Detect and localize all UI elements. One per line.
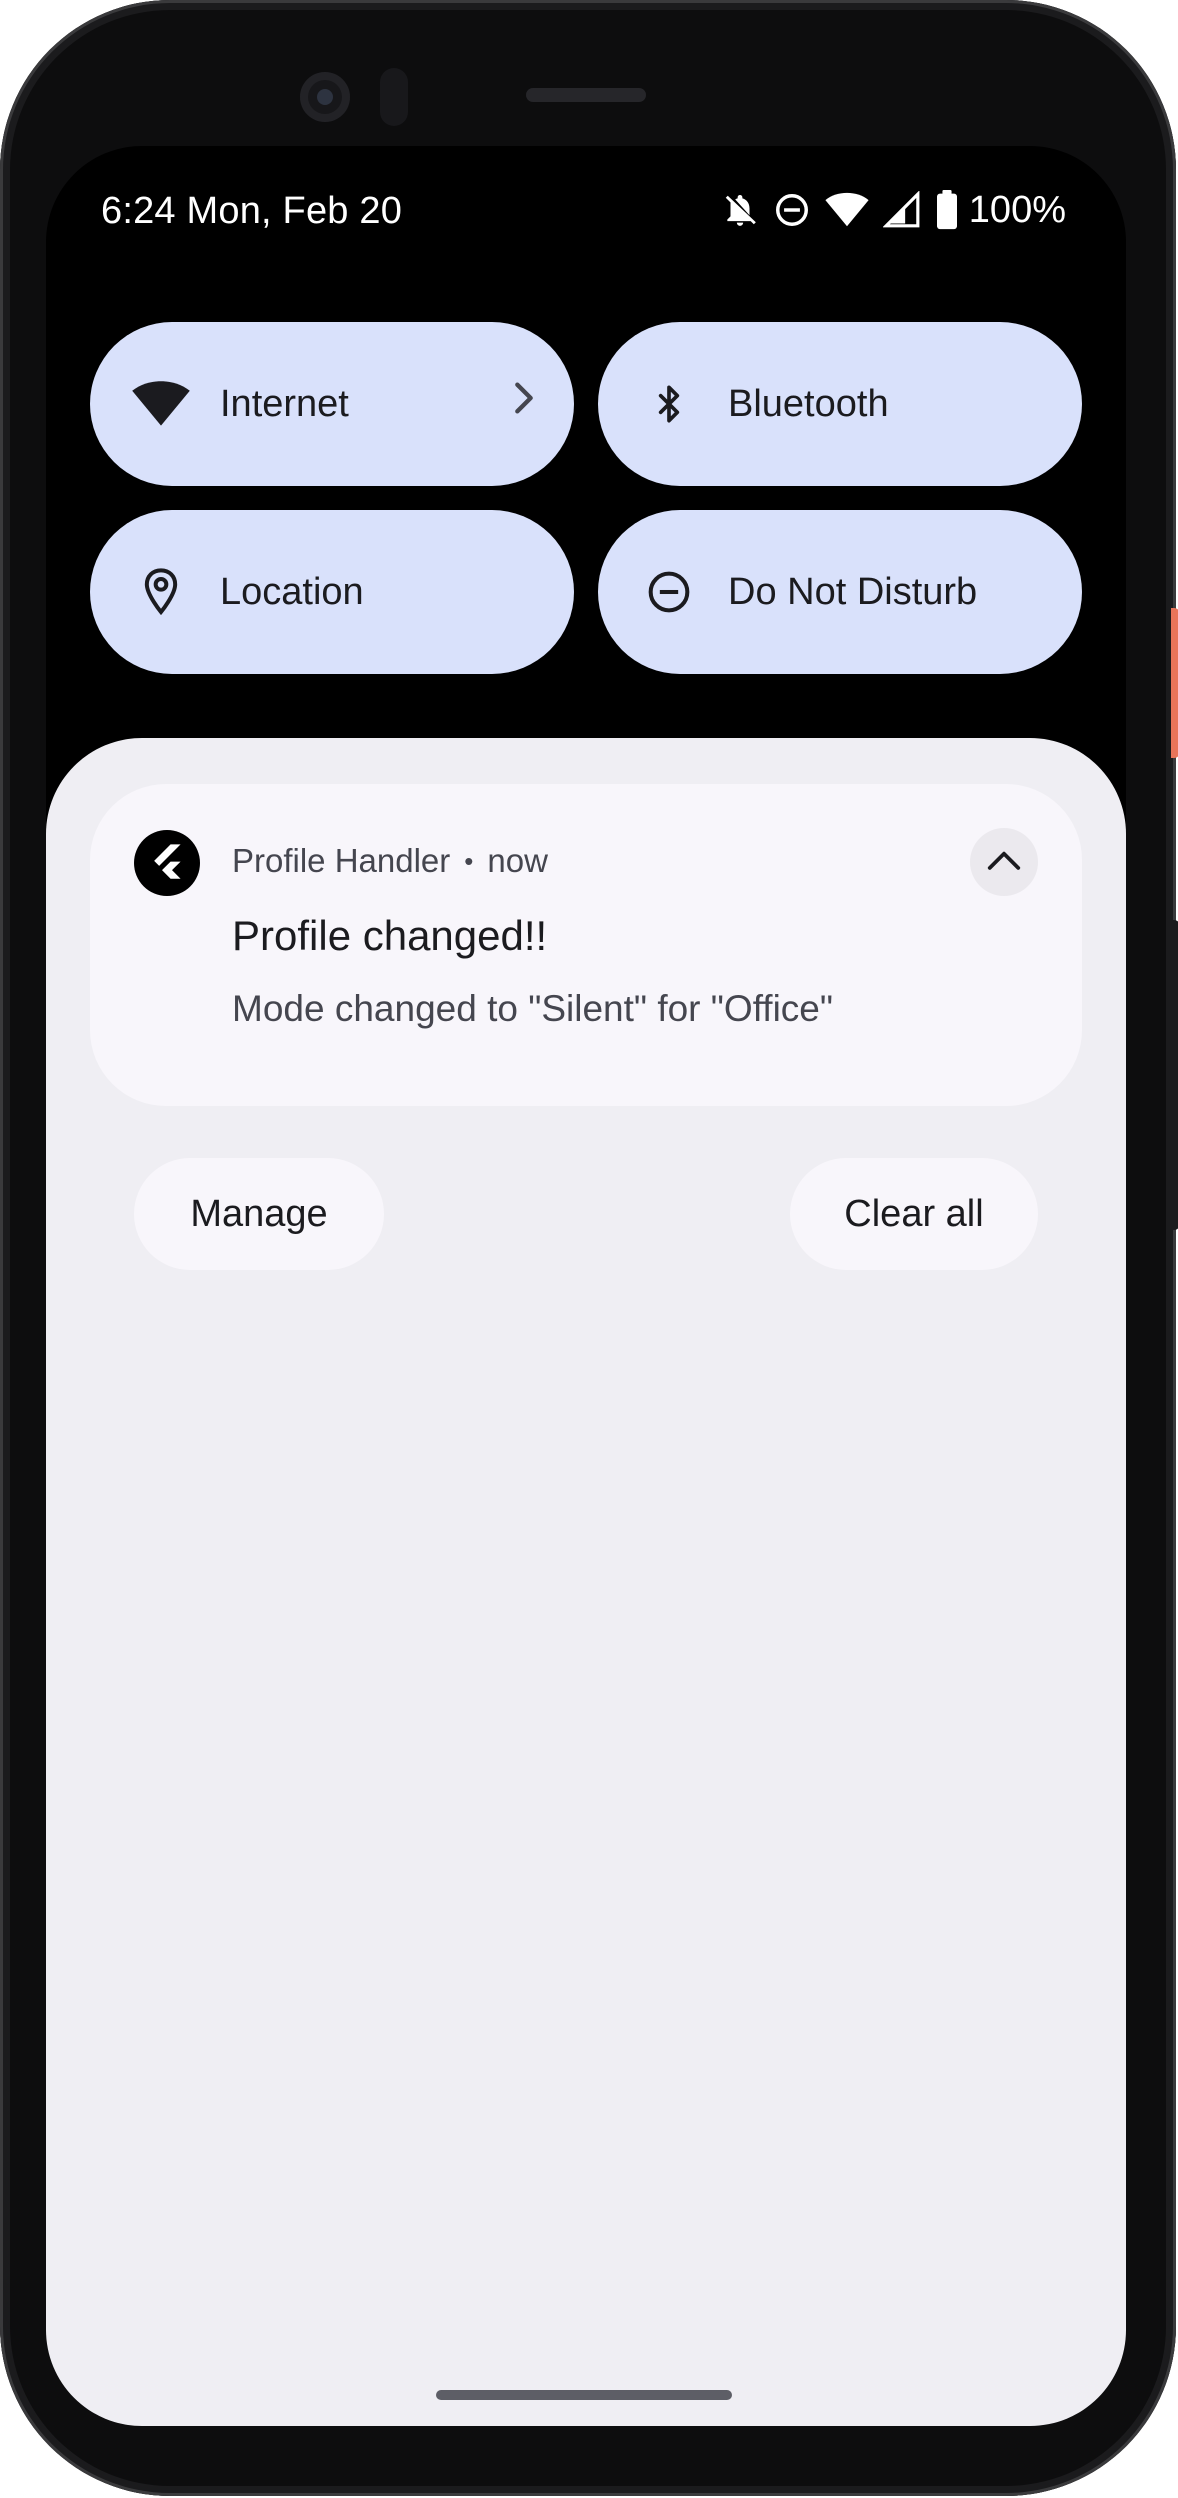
battery-percent: 100%	[968, 188, 1066, 231]
battery-icon	[935, 190, 959, 230]
chevron-right-icon	[510, 378, 538, 423]
notification-separator: •	[464, 845, 474, 876]
tile-do-not-disturb[interactable]: Do Not Disturb	[598, 510, 1082, 674]
screen: 6:24 Mon, Feb 20 100% Internet Bluetooth…	[46, 146, 1126, 2426]
proximity-sensor	[380, 68, 408, 126]
status-bar: 6:24 Mon, Feb 20 100%	[46, 146, 1126, 282]
tile-location-label: Location	[220, 570, 364, 613]
front-camera	[300, 72, 350, 122]
collapse-notification-button[interactable]	[970, 828, 1038, 896]
tile-internet-label: Internet	[220, 382, 349, 425]
wifi-icon	[130, 373, 192, 435]
notification-shade: Profile Handler • now Profile changed!! …	[46, 738, 1126, 2426]
status-icons: 100%	[721, 188, 1066, 232]
tile-location[interactable]: Location	[90, 510, 574, 674]
do-not-disturb-icon	[638, 561, 700, 623]
tile-bluetooth[interactable]: Bluetooth	[598, 322, 1082, 486]
notification-title: Profile changed!!	[232, 912, 548, 959]
cell-signal-icon	[882, 191, 921, 229]
tile-internet[interactable]: Internet	[90, 322, 574, 486]
do-not-disturb-icon	[773, 191, 811, 229]
flutter-logo-icon	[134, 830, 200, 896]
wifi-icon	[825, 192, 869, 228]
notification-card[interactable]: Profile Handler • now Profile changed!! …	[90, 784, 1082, 1106]
notification-app-name: Profile Handler	[232, 842, 451, 879]
notifications-off-icon	[721, 190, 759, 230]
power-button	[1171, 608, 1178, 758]
notification-time: now	[487, 842, 548, 879]
chevron-up-icon	[985, 848, 1023, 877]
volume-button	[1171, 920, 1178, 1230]
tile-do-not-disturb-label: Do Not Disturb	[728, 570, 978, 613]
canvas: 6:24 Mon, Feb 20 100% Internet Bluetooth…	[0, 0, 1178, 2498]
tile-bluetooth-label: Bluetooth	[728, 382, 889, 425]
status-time-date: 6:24 Mon, Feb 20	[101, 190, 403, 232]
earpiece-speaker	[526, 88, 646, 102]
manage-button[interactable]: Manage	[134, 1158, 384, 1270]
home-indicator[interactable]	[436, 2390, 732, 2400]
notification-body: Mode changed to "Silent" for "Office"	[232, 988, 834, 1029]
notification-header: Profile Handler • now	[232, 842, 548, 880]
location-pin-icon	[130, 561, 192, 623]
bluetooth-icon	[638, 373, 700, 435]
clear-all-button[interactable]: Clear all	[790, 1158, 1038, 1270]
